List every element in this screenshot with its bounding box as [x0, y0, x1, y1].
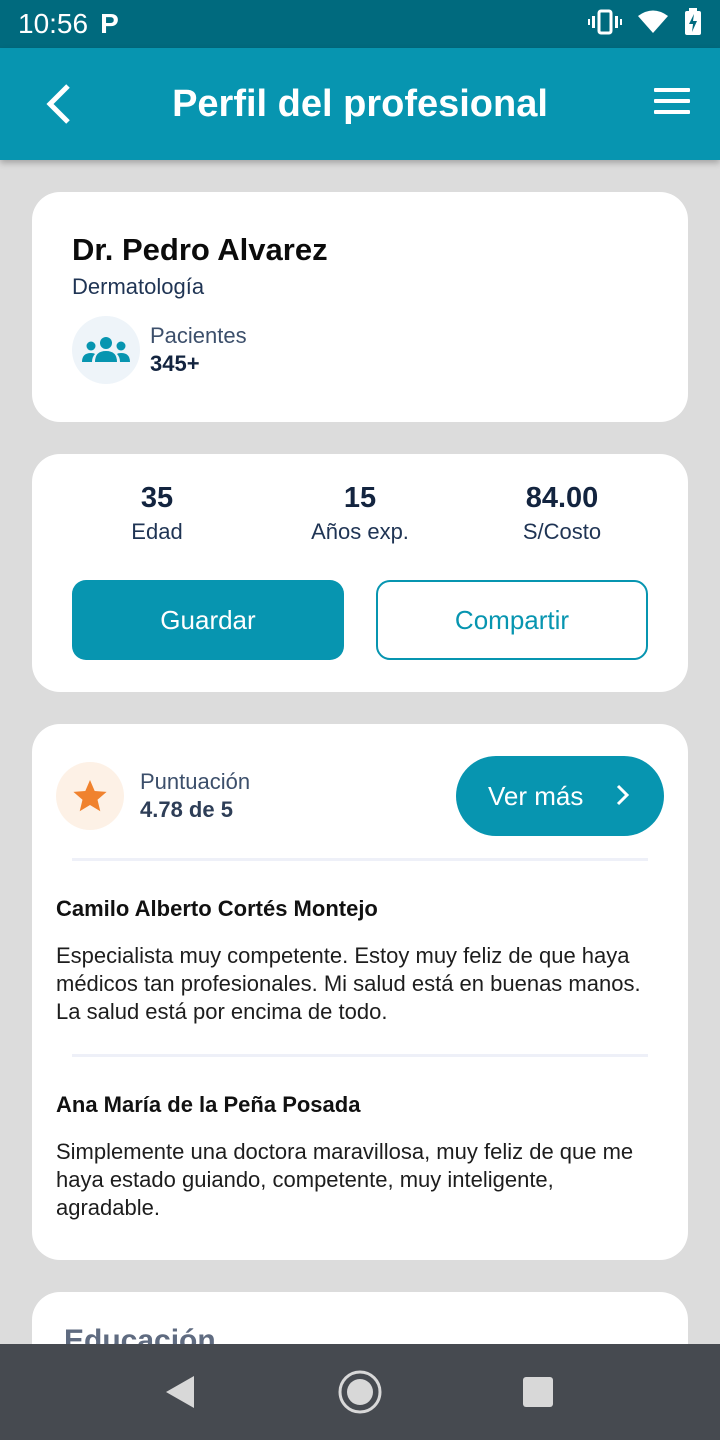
system-navigation-bar — [0, 1344, 720, 1440]
doctor-name: Dr. Pedro Alvarez — [72, 232, 328, 267]
stat-experience: 15 Años exp. — [260, 482, 460, 545]
rating-label: Puntuación — [140, 769, 251, 794]
age-value: 35 — [140, 482, 174, 514]
status-time: 10:56 — [18, 8, 89, 39]
parking-notification-icon: P — [100, 8, 119, 39]
cost-label: S/Costo — [522, 519, 602, 544]
review-author: Ana María de la Peña Posada — [56, 1092, 361, 1117]
home-circle-icon — [338, 1370, 382, 1414]
profile-card: Dr. Pedro Alvarez Dermatología Pacientes… — [32, 192, 688, 422]
divider — [72, 1054, 648, 1057]
review-text: Simplemente una doctora maravillosa, muy… — [56, 1139, 634, 1220]
review-item: Ana María de la Peña Posada Simplemente … — [56, 1092, 656, 1222]
reviews-card: Puntuación 4.78 de 5 Ver más Camilo Albe… — [32, 724, 688, 1260]
star-icon — [56, 762, 124, 830]
review-author: Camilo Alberto Cortés Montejo — [56, 896, 378, 921]
group-icon — [72, 316, 140, 384]
patients-value: 345+ — [150, 351, 200, 376]
app-bar: Perfil del profesional — [0, 48, 720, 160]
square-recents-icon — [523, 1377, 553, 1407]
back-button[interactable] — [36, 82, 80, 126]
status-bar: 10:56 P — [0, 0, 720, 48]
wifi-icon — [638, 10, 668, 39]
stat-cost: 84.00 S/Costo — [462, 482, 662, 545]
experience-value: 15 — [343, 482, 377, 514]
divider — [72, 858, 648, 861]
vibrate-icon — [588, 9, 622, 40]
rating-summary: Puntuación 4.78 de 5 — [56, 762, 250, 830]
battery-charging-icon — [684, 7, 702, 41]
doctor-specialty: Dermatología — [72, 274, 205, 299]
hamburger-icon — [654, 88, 690, 92]
save-button[interactable]: Guardar — [72, 580, 344, 660]
patients-label: Pacientes — [150, 323, 247, 348]
age-label: Edad — [131, 519, 183, 544]
see-more-label: Ver más — [488, 780, 584, 811]
menu-button[interactable] — [654, 88, 690, 118]
review-text: Especialista muy competente. Estoy muy f… — [56, 943, 641, 1024]
rating-value: 4.78 de 5 — [140, 797, 233, 822]
see-more-button[interactable]: Ver más — [456, 756, 664, 836]
stats-card: 35 Edad 15 Años exp. 84.00 S/Costo Guard… — [32, 454, 688, 692]
share-button[interactable]: Compartir — [376, 580, 648, 660]
nav-recents-button[interactable] — [522, 1376, 554, 1413]
stat-age: 35 Edad — [57, 482, 257, 545]
patients-info: Pacientes 345+ — [72, 316, 648, 384]
cost-value: 84.00 — [525, 482, 599, 514]
review-item: Camilo Alberto Cortés Montejo Especialis… — [56, 896, 656, 1026]
chevron-right-icon — [616, 784, 630, 806]
nav-home-button[interactable] — [337, 1369, 383, 1420]
chevron-left-icon — [46, 84, 70, 124]
page-title: Perfil del profesional — [172, 82, 548, 125]
nav-back-button[interactable] — [164, 1374, 196, 1415]
experience-label: Años exp. — [311, 519, 409, 544]
triangle-back-icon — [166, 1376, 194, 1408]
